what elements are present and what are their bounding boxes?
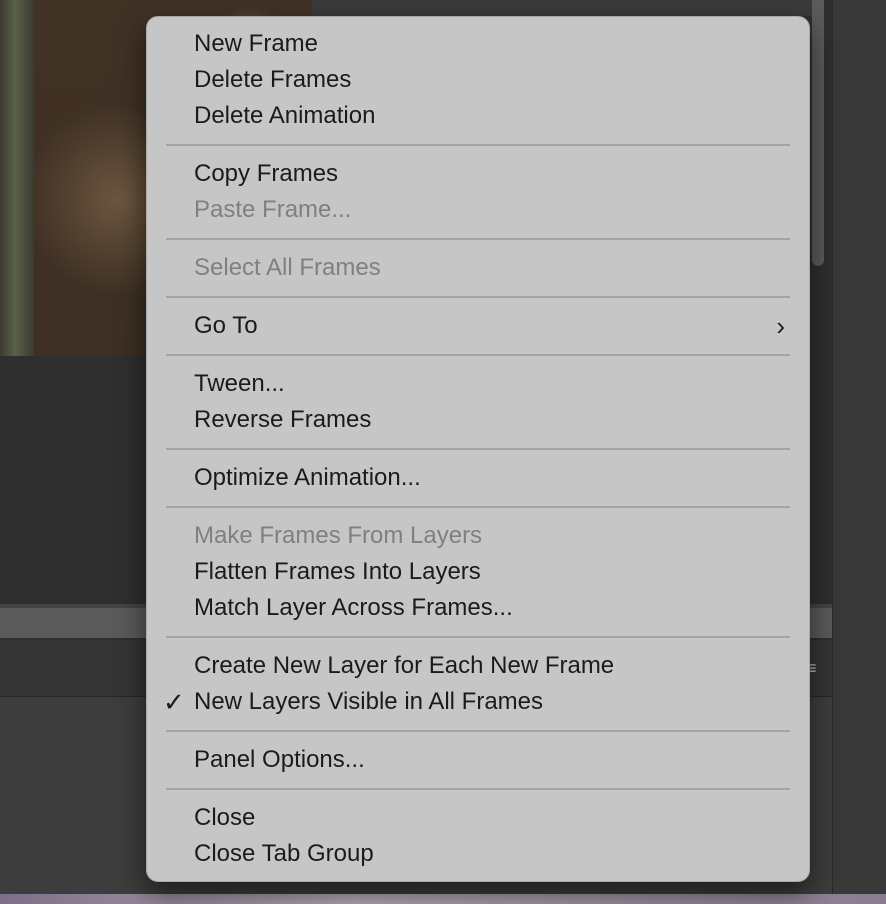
menu-item-label: Paste Frame... [194, 196, 352, 223]
document-scrollbar[interactable] [812, 0, 824, 266]
menu-item-new-layers-visible-in-all-frames[interactable]: ✓ New Layers Visible in All Frames [147, 684, 809, 720]
menu-separator [147, 438, 809, 460]
menu-item-close-tab-group[interactable]: Close Tab Group [147, 836, 809, 872]
menu-item-create-new-layer-for-each-new-frame[interactable]: Create New Layer for Each New Frame [147, 648, 809, 684]
menu-item-label: Select All Frames [194, 254, 381, 281]
menu-item-flatten-frames-into-layers[interactable]: Flatten Frames Into Layers [147, 554, 809, 590]
menu-item-go-to[interactable]: Go To › [147, 308, 809, 344]
menu-item-new-frame[interactable]: New Frame [147, 26, 809, 62]
menu-separator [147, 778, 809, 800]
menu-item-label: Delete Animation [194, 102, 376, 129]
menu-item-close[interactable]: Close [147, 800, 809, 836]
menu-item-label: Close Tab Group [194, 840, 374, 867]
right-toolbar [832, 0, 886, 904]
menu-separator [147, 344, 809, 366]
menu-item-match-layer-across-frames[interactable]: Match Layer Across Frames... [147, 590, 809, 626]
menu-item-label: Go To [194, 312, 258, 339]
menu-item-label: Reverse Frames [194, 406, 372, 433]
menu-separator [147, 134, 809, 156]
menu-item-copy-frames[interactable]: Copy Frames [147, 156, 809, 192]
menu-item-label: Close [194, 804, 256, 831]
menu-item-label: Make Frames From Layers [194, 522, 483, 549]
menu-separator [147, 228, 809, 250]
canvas-background [312, 0, 812, 16]
photoshop-window: ≡ New Frame Delete Frames Delete Animation… [0, 0, 886, 904]
menu-item-optimize-animation[interactable]: Optimize Animation... [147, 460, 809, 496]
menu-separator [147, 720, 809, 742]
menu-item-label: New Layers Visible in All Frames [194, 688, 544, 715]
menu-item-reverse-frames[interactable]: Reverse Frames [147, 402, 809, 438]
menu-item-label: Match Layer Across Frames... [194, 594, 513, 621]
menu-item-label: Tween... [194, 370, 285, 397]
menu-item-label: Delete Frames [194, 66, 352, 93]
menu-separator [147, 286, 809, 308]
checkmark-icon: ✓ [163, 687, 185, 717]
menu-item-label: Panel Options... [194, 746, 365, 773]
menu-item-label: Create New Layer for Each New Frame [194, 652, 615, 679]
dock-bar [0, 894, 886, 904]
menu-separator [147, 626, 809, 648]
menu-item-delete-animation[interactable]: Delete Animation [147, 98, 809, 134]
menu-item-panel-options[interactable]: Panel Options... [147, 742, 809, 778]
menu-item-label: New Frame [194, 30, 319, 57]
menu-item-paste-frame: Paste Frame... [147, 192, 809, 228]
chevron-right-icon: › [776, 311, 785, 341]
menu-item-select-all-frames: Select All Frames [147, 250, 809, 286]
menu-item-make-frames-from-layers: Make Frames From Layers [147, 518, 809, 554]
canvas-figure [0, 0, 34, 356]
menu-item-delete-frames[interactable]: Delete Frames [147, 62, 809, 98]
menu-item-tween[interactable]: Tween... [147, 366, 809, 402]
menu-item-label: Copy Frames [194, 160, 339, 187]
menu-item-label: Flatten Frames Into Layers [194, 558, 481, 585]
menu-item-label: Optimize Animation... [194, 464, 421, 491]
timeline-panel-context-menu: New Frame Delete Frames Delete Animation Co… [146, 16, 810, 882]
menu-separator [147, 496, 809, 518]
